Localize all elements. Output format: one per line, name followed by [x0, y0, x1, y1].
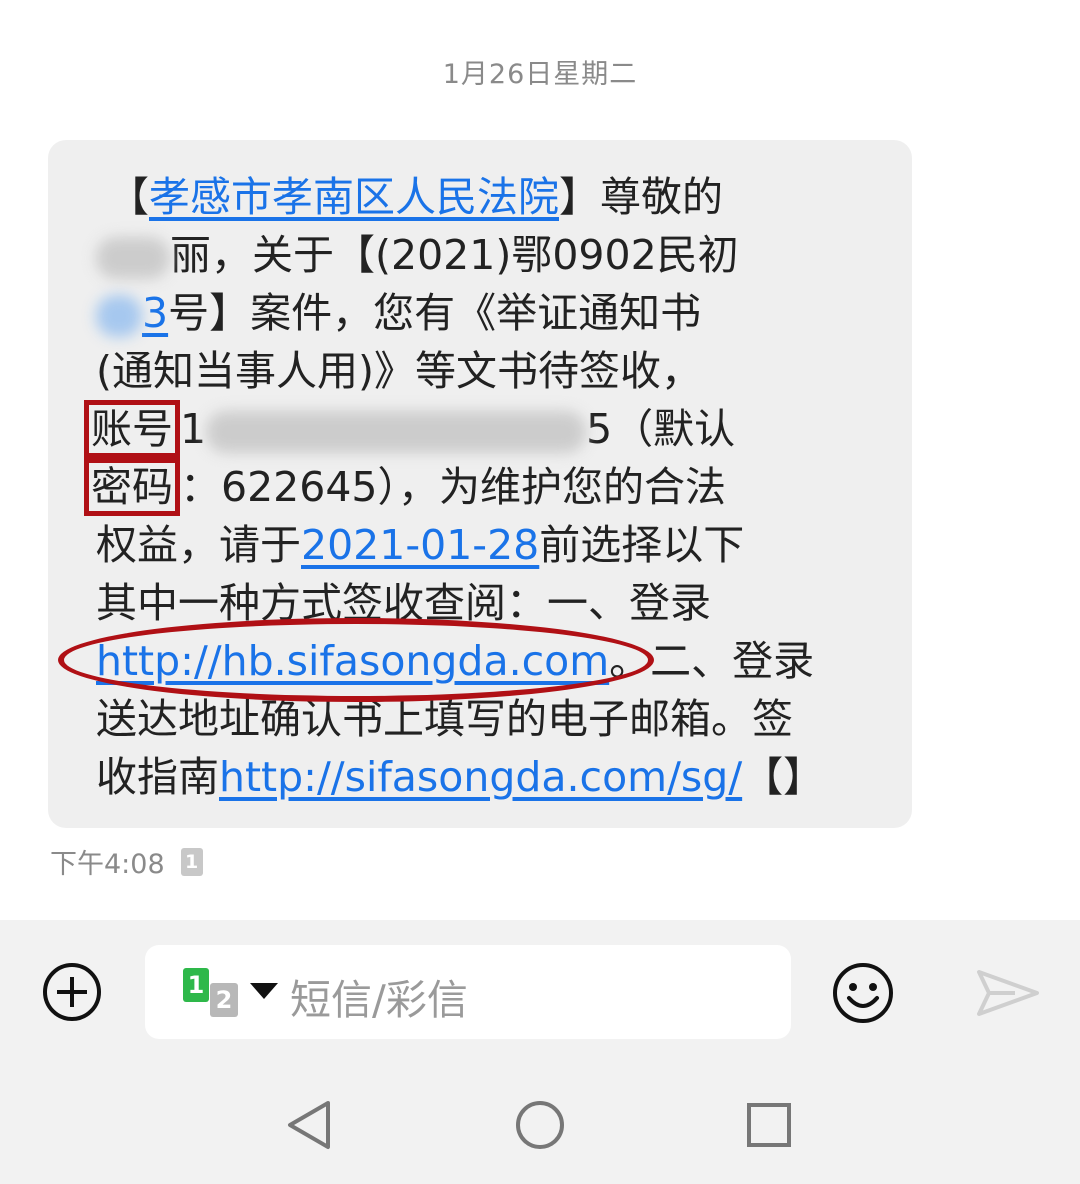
smiley-icon[interactable] [832, 962, 894, 1024]
message-line: 丽，关于【(2021)鄂0902民初 [96, 226, 739, 284]
message-line: 权益，请于2021-01-28前选择以下 [96, 521, 745, 569]
message-line: 【孝感市孝南区人民法院】尊敬的 [108, 173, 723, 221]
nav-back-icon[interactable] [284, 1099, 334, 1151]
plus-circle-icon[interactable] [42, 962, 102, 1022]
redacted-account [206, 411, 587, 453]
case-number-link[interactable]: 3 [142, 289, 168, 337]
message-line: (通知当事人用)》等文书待签收， [96, 347, 702, 395]
message-line: 收指南http://sifasongda.com/sg/【】 [96, 753, 825, 801]
password-label-highlight: 密码 [84, 458, 180, 516]
message-line: 密码 ：622645），为维护您的合法 [84, 458, 726, 516]
message-line: 其中一种方式签收查阅：一、登录 [96, 579, 711, 627]
message-time: 下午4:08 [50, 849, 165, 880]
message-line: 账号 1 5（默认 [84, 400, 735, 458]
sign-url-link[interactable]: http://hb.sifasongda.com [96, 637, 609, 685]
sim-secondary-icon[interactable]: 2 [210, 983, 238, 1017]
message-meta: 下午4:08 1 [50, 842, 203, 881]
chevron-down-icon[interactable] [250, 983, 278, 999]
redacted-name [96, 237, 170, 279]
input-placeholder: 短信/彩信 [290, 976, 468, 1024]
message-line: 送达地址确认书上填写的电子邮箱。签 [96, 695, 793, 743]
message-line: 3号】案件，您有《举证通知书 [96, 284, 701, 342]
send-arrow-icon[interactable] [975, 968, 1041, 1018]
message-line: http://hb.sifasongda.com。二、登录 [96, 637, 815, 685]
nav-recent-icon[interactable] [746, 1102, 792, 1148]
date-header: 1月26日星期二 [442, 59, 638, 90]
redacted-case-number [96, 295, 142, 337]
message-input[interactable] [145, 945, 791, 1039]
sim-indicator: 1 [180, 847, 203, 876]
date-link[interactable]: 2021-01-28 [301, 521, 539, 569]
account-label-highlight: 账号 [84, 400, 180, 458]
guide-url-link[interactable]: http://sifasongda.com/sg/ [219, 753, 742, 801]
nav-home-icon[interactable] [514, 1099, 566, 1151]
sim-primary-icon[interactable]: 1 [183, 968, 209, 1002]
court-name-link[interactable]: 孝感市孝南区人民法院 [149, 173, 559, 221]
